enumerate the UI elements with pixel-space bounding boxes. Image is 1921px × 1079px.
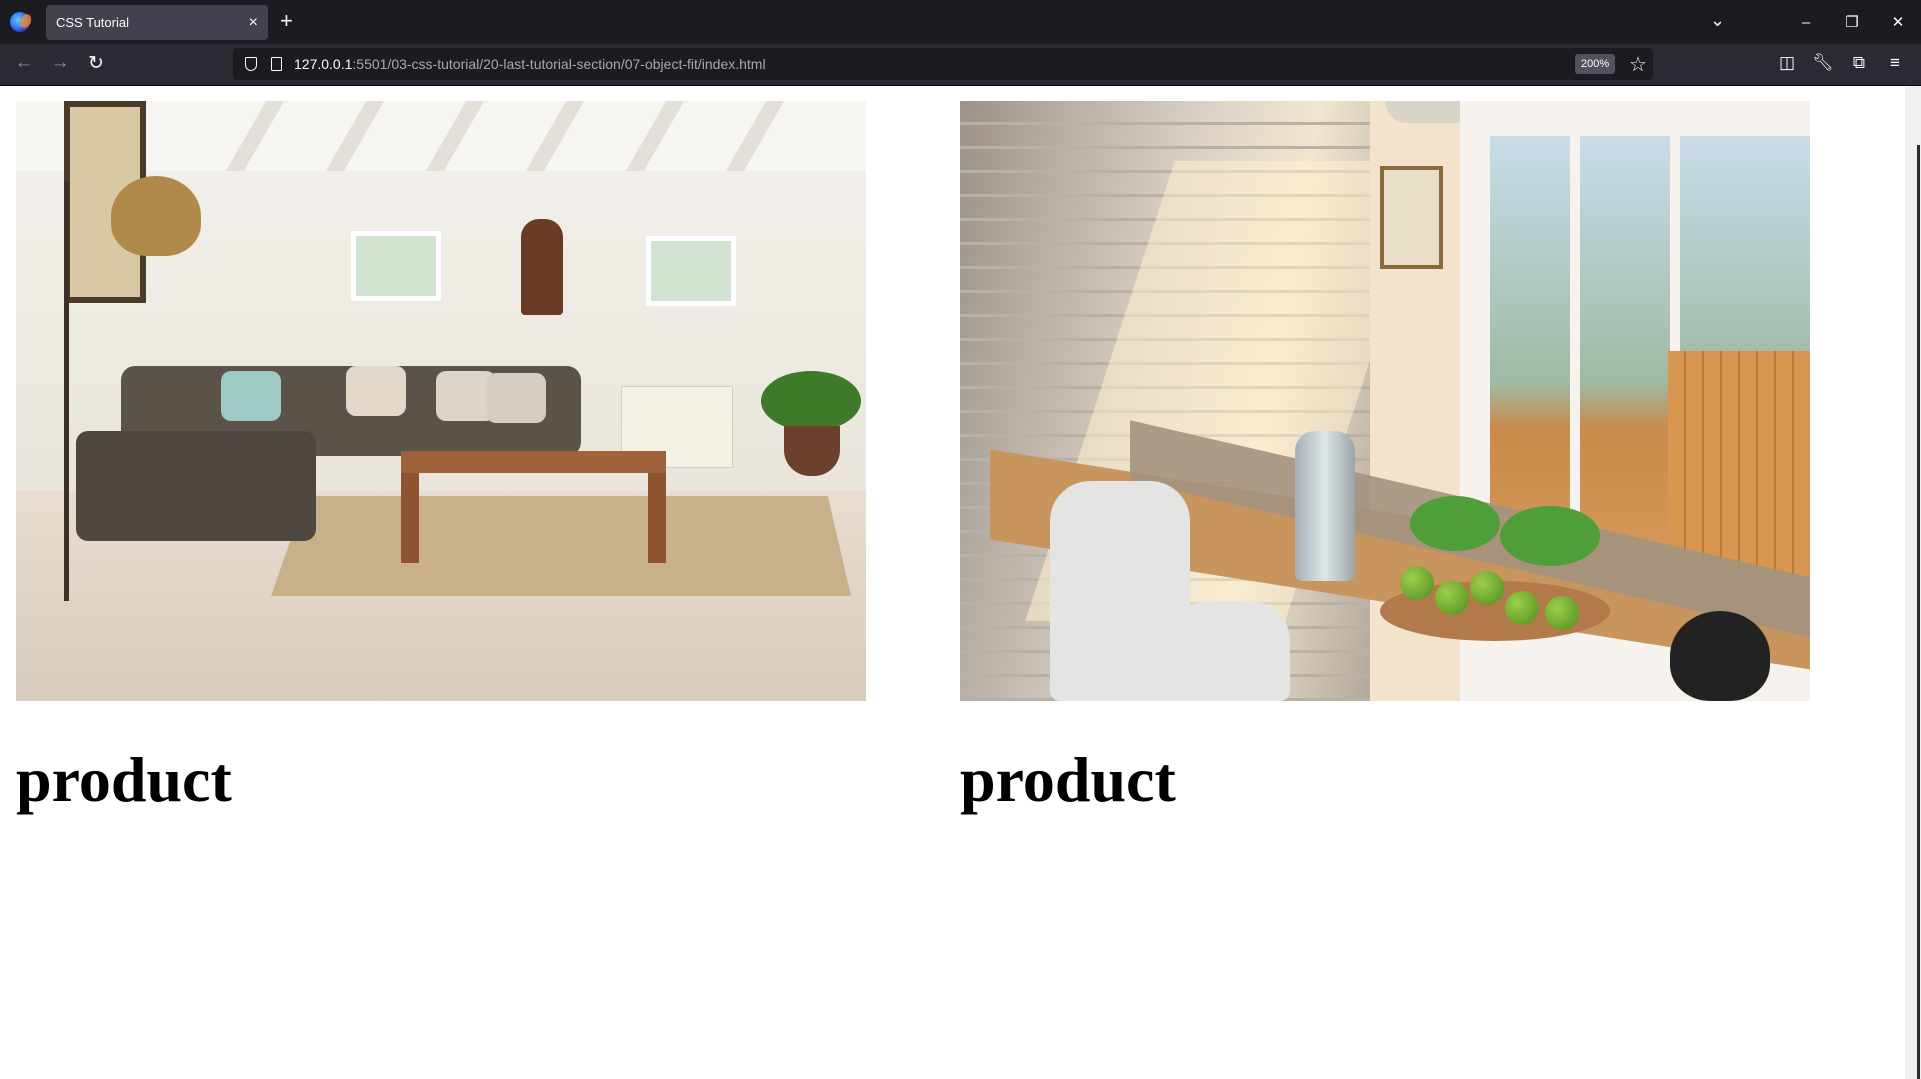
close-window-icon[interactable]: ✕: [1875, 13, 1921, 31]
scrollbar-thumb[interactable]: [1917, 145, 1920, 1079]
tab-close-icon[interactable]: ×: [249, 14, 258, 31]
product-card-2: product: [960, 101, 1810, 817]
shield-icon[interactable]: [245, 57, 257, 71]
url-path: :5501/03-css-tutorial/20-last-tutorial-s…: [352, 56, 766, 72]
back-arrow-icon[interactable]: ←: [10, 52, 38, 74]
extensions-icon[interactable]: ⧉: [1847, 53, 1871, 73]
minimize-icon[interactable]: –: [1783, 14, 1829, 31]
window-controls: – ❐ ✕: [1783, 0, 1921, 44]
tab-css-tutorial[interactable]: CSS Tutorial ×: [46, 5, 268, 40]
url-text[interactable]: 127.0.0.1:5501/03-css-tutorial/20-last-t…: [294, 56, 766, 72]
product-image-living-room: [16, 101, 866, 701]
page-icon[interactable]: [271, 57, 282, 71]
navigation-toolbar: ← → ↻ 127.0.0.1:5501/03-css-tutorial/20-…: [0, 44, 1921, 86]
restore-icon[interactable]: ❐: [1829, 13, 1875, 31]
tab-title: CSS Tutorial: [56, 15, 129, 30]
product-title: product: [960, 744, 1176, 815]
url-bar[interactable]: 127.0.0.1:5501/03-css-tutorial/20-last-t…: [233, 48, 1653, 80]
page-content: product product: [0, 86, 1905, 1079]
title-bar: CSS Tutorial × + ⌄ – ❐ ✕: [0, 0, 1921, 44]
new-tab-button[interactable]: +: [280, 9, 293, 33]
product-card-1: product: [16, 101, 866, 817]
forward-arrow-icon[interactable]: →: [46, 52, 74, 74]
pocket-icon[interactable]: ◫: [1775, 53, 1799, 73]
tabs-list-icon[interactable]: ⌄: [1710, 10, 1725, 31]
url-host: 127.0.0.1: [294, 56, 353, 72]
zoom-level-badge[interactable]: 200%: [1575, 54, 1616, 74]
wrench-icon[interactable]: 🔧︎: [1811, 53, 1835, 73]
menu-icon[interactable]: ≡: [1883, 53, 1907, 73]
product-title: product: [16, 744, 232, 815]
star-icon[interactable]: ☆: [1629, 52, 1647, 77]
product-image-dining-table: [960, 101, 1810, 701]
reload-icon[interactable]: ↻: [82, 52, 110, 75]
firefox-logo-icon[interactable]: [10, 12, 30, 32]
